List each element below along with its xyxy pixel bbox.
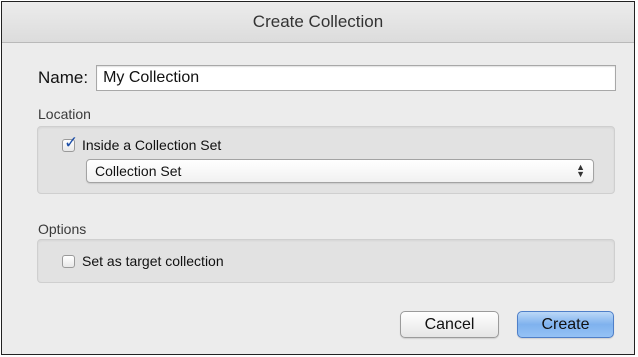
cancel-button[interactable]: Cancel xyxy=(400,311,499,338)
name-label: Name: xyxy=(38,68,89,87)
create-collection-dialog: Create Collection Name: Location ✓ Insid… xyxy=(1,1,635,355)
select-arrows-icon: ▲ ▼ xyxy=(576,162,585,179)
target-collection-checkbox[interactable]: Set as target collection xyxy=(62,253,224,269)
options-section-label: Options xyxy=(38,221,87,237)
name-input[interactable] xyxy=(96,65,617,91)
name-row: Name: xyxy=(38,65,617,91)
inside-collection-set-checkbox[interactable]: ✓ Inside a Collection Set xyxy=(62,134,221,153)
checkmark-icon: ✓ xyxy=(64,132,79,152)
title-bar[interactable]: Create Collection xyxy=(2,2,634,43)
checkbox-box[interactable]: ✓ xyxy=(62,134,78,152)
collection-set-select[interactable]: Collection Set ▲ ▼ xyxy=(86,159,594,183)
inside-collection-set-label[interactable]: Inside a Collection Set xyxy=(82,137,221,153)
target-collection-label[interactable]: Set as target collection xyxy=(82,253,224,269)
location-section-label: Location xyxy=(38,106,91,122)
collection-set-select-value: Collection Set xyxy=(95,163,182,179)
checkbox-box[interactable] xyxy=(62,254,75,268)
create-button[interactable]: Create xyxy=(517,311,614,338)
dialog-title: Create Collection xyxy=(252,12,384,31)
